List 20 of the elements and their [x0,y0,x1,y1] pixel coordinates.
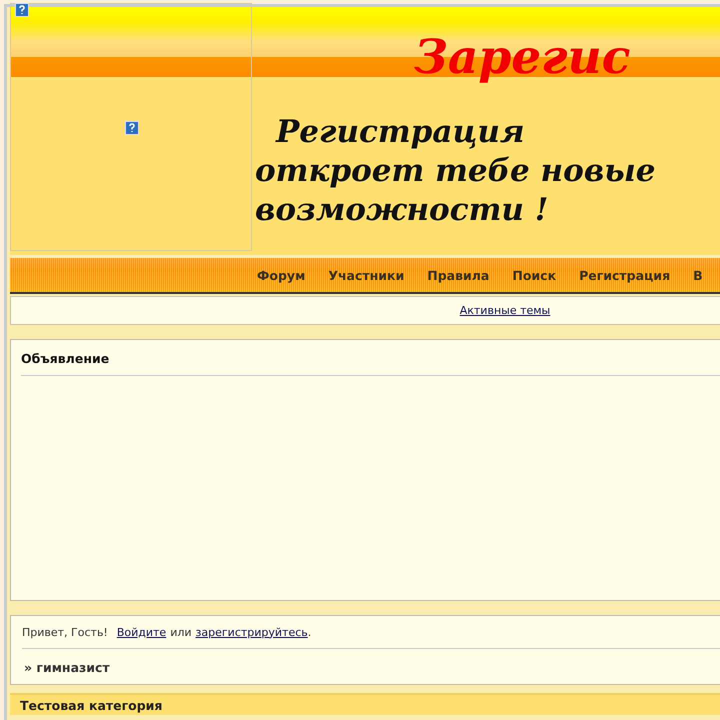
nav-link[interactable]: В [693,268,703,282]
period-text: . [308,626,312,638]
announcement-title: Объявление [21,351,720,376]
nav-link[interactable]: Правила [427,268,490,282]
slogan-text: возможности ! [255,191,550,230]
broken-image-icon [125,121,139,135]
slogan-text: откроет тебе новые [255,152,656,191]
slogan-text: Регистрация [274,113,526,152]
category-header: Тестовая категория [10,693,720,715]
nav-link[interactable]: Форум [257,268,306,282]
breadcrumb-text: » гимназист [23,659,111,677]
nav-link[interactable]: Регистрация [579,268,670,282]
nav-link[interactable]: Поиск [512,268,556,282]
greeting-text: Привет, Гость! [22,626,108,638]
login-link[interactable]: Войдите [116,626,166,638]
register-link[interactable]: зарегистрируйтесь [196,626,308,638]
broken-image-icon [15,3,29,17]
nav-link[interactable]: Участники [328,268,404,282]
or-text: или [170,626,192,638]
active-topics-link[interactable]: Активные темы [460,304,550,317]
